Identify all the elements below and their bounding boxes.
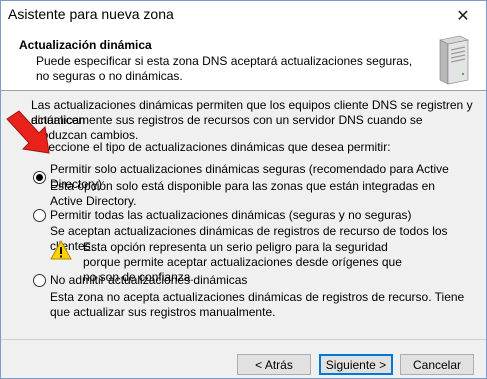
option-secure-only-description: Esta opción solo está disponible para la… (50, 179, 435, 208)
server-icon (439, 35, 469, 85)
cancel-button[interactable]: Cancelar (400, 354, 474, 375)
intro-prompt: Seleccione el tipo de actualizaciones di… (31, 140, 391, 154)
option-all-updates-label: Permitir todas las actualizaciones dinám… (50, 208, 412, 222)
radio-no-updates[interactable] (33, 274, 46, 287)
warning-icon (50, 239, 72, 260)
close-button[interactable]: ✕ (440, 1, 486, 30)
radio-secure-only[interactable] (33, 170, 46, 184)
option-no-updates[interactable]: No admitir actualizaciones dinámicas (33, 273, 247, 288)
page-description: Puede especificar si esta zona DNS acept… (36, 54, 413, 83)
title-bar: Asistente para nueva zona ✕ (1, 1, 486, 30)
window-title: Asistente para nueva zona (8, 6, 174, 22)
back-button[interactable]: < Atrás (237, 354, 311, 375)
option-no-updates-description: Esta zona no acepta actualizaciones diná… (50, 290, 465, 319)
option-no-updates-label: No admitir actualizaciones dinámicas (50, 273, 248, 287)
wizard-window: Asistente para nueva zona ✕ Actualizació… (0, 0, 487, 379)
intro-line-2: dinámicamente sus registros de recursos … (31, 113, 423, 142)
option-all-updates[interactable]: Permitir todas las actualizaciones dinám… (33, 208, 412, 223)
next-button[interactable]: Siguiente > (319, 354, 393, 375)
radio-all-updates[interactable] (33, 209, 46, 222)
red-arrow-icon (6, 110, 50, 154)
wizard-header: Actualización dinámica Puede especificar… (1, 30, 486, 91)
page-title: Actualización dinámica (19, 38, 152, 52)
footer-separator (1, 339, 486, 340)
